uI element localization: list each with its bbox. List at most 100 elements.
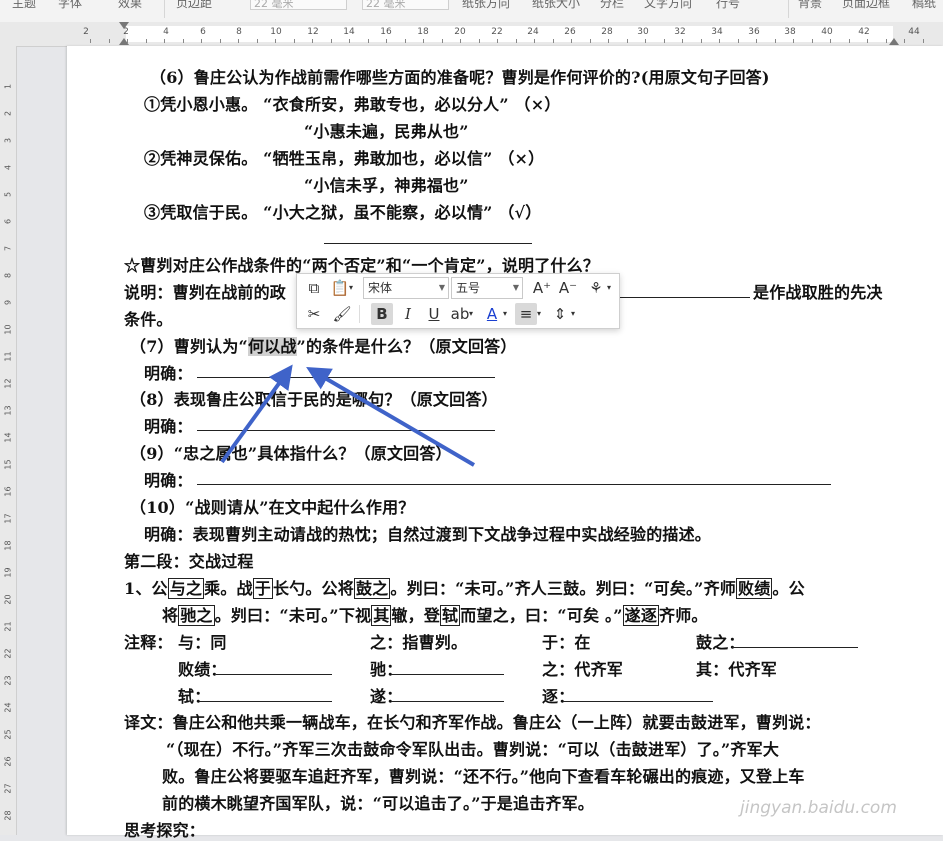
- ruler-number: 1: [3, 83, 13, 90]
- think-heading: 思考探究：: [124, 821, 206, 840]
- ruler-number: 18: [417, 27, 429, 37]
- ruler-number: 12: [3, 378, 13, 389]
- selected-text[interactable]: 何以战: [247, 337, 297, 356]
- chevron-down-icon[interactable]: ▾: [535, 303, 543, 325]
- note-sui: 遂：: [370, 687, 403, 706]
- document-page[interactable]: （6）鲁庄公认为作战前需作哪些方面的准备呢？曹刿是作何评价的?(用原文句子回答)…: [67, 46, 943, 840]
- passage-text: 。刿曰：“未可。”下视: [214, 606, 372, 625]
- chevron-down-icon[interactable]: ▾: [347, 277, 355, 299]
- answer-6-1: ①凭小恩小惠。 “衣食所安，弗敢专也，必以分人” （×）: [144, 95, 561, 114]
- ruler-tick: [515, 39, 517, 43]
- background-button[interactable]: 背景: [798, 0, 822, 10]
- columns-button[interactable]: 分栏: [600, 0, 624, 10]
- answer-7-blank: [197, 377, 495, 378]
- ruler-number: 20: [454, 27, 466, 37]
- ruler-tick: [460, 39, 461, 43]
- translation-line-2: “（现在）不行。”齐军三次击鼓命令军队出击。曹刿说：“可以（击鼓进军）了。”齐军…: [166, 740, 780, 759]
- ruler-tick: [534, 39, 535, 43]
- format-painter-icon[interactable]: 🖌: [331, 303, 353, 325]
- line-spacing-icon[interactable]: ⇕: [549, 303, 571, 325]
- ruler-number: 21: [3, 621, 13, 632]
- text-direction-button[interactable]: 文字方向: [644, 0, 692, 10]
- chevron-down-icon[interactable]: ▾: [605, 277, 613, 299]
- chevron-down-icon[interactable]: ▾: [467, 303, 475, 325]
- orientation-button[interactable]: 纸张方向: [462, 0, 510, 10]
- notes-label: 注释：: [124, 633, 173, 652]
- paper-size-button[interactable]: 纸张大小: [532, 0, 580, 10]
- align-icon[interactable]: ≡: [515, 303, 537, 325]
- ruler-number: 34: [711, 27, 723, 37]
- bold-button[interactable]: B: [371, 303, 393, 325]
- ruler-number: 38: [784, 27, 796, 37]
- ruler-tick: [478, 39, 480, 43]
- ruler-tick: [275, 39, 276, 43]
- passage-text: 乘。战: [204, 579, 253, 598]
- grow-font-icon[interactable]: A⁺: [531, 277, 553, 299]
- chevron-down-icon[interactable]: ▾: [569, 303, 577, 325]
- copy-icon[interactable]: ⧉: [303, 277, 325, 299]
- translation-line-4: 前的横木眺望齐国军队，说：“可以追击了。”于是追击齐军。: [162, 794, 595, 813]
- note-zhi-2: 之：代齐军: [542, 660, 624, 679]
- left-indent-marker[interactable]: [119, 38, 129, 45]
- margin-top-field[interactable]: 22 毫米: [250, 0, 347, 10]
- blank-line: [199, 701, 332, 702]
- question-7: （7）曹刿认为“何以战”的条件是什么？（原文回答）: [130, 333, 517, 357]
- ruler-number: 16: [3, 486, 13, 497]
- ruler-tick: [164, 39, 165, 43]
- ruler-number: 6: [200, 27, 206, 37]
- effect-button[interactable]: 效果: [118, 0, 142, 10]
- separator: [788, 0, 789, 18]
- blank-line: [563, 701, 713, 702]
- italic-button[interactable]: I: [397, 303, 419, 325]
- ruler-number: 9: [3, 299, 13, 306]
- note-yu-2: 于：在: [542, 633, 591, 652]
- cut-icon[interactable]: ✂: [303, 303, 325, 325]
- passage-text: 齐师。: [659, 606, 708, 625]
- blank-line: [732, 647, 858, 648]
- chevron-down-icon[interactable]: ▾: [501, 303, 509, 325]
- manuscript-button[interactable]: 稿纸: [912, 0, 936, 10]
- ruler-tick: [589, 39, 591, 43]
- font-name-select[interactable]: 宋体 ▼: [363, 277, 449, 299]
- vertical-ruler[interactable]: 1 2 3 4 5 6 7 8 9 10 11 12 13 14 15 16 17 18 19 20 21 22 23 24 2…: [0, 46, 17, 835]
- ruler-number: 12: [307, 27, 319, 37]
- margins-button[interactable]: 页边距: [176, 0, 212, 10]
- ruler-tick: [256, 39, 258, 43]
- ruler-number: 19: [3, 567, 13, 578]
- boxed-word: 败绩: [736, 578, 773, 599]
- theme-button[interactable]: 主题: [12, 0, 36, 10]
- font-theme-button[interactable]: 字体: [58, 0, 82, 10]
- ruler-tick: [367, 39, 369, 43]
- text-effects-icon[interactable]: ⚘: [585, 277, 607, 299]
- right-indent-marker[interactable]: [889, 38, 899, 45]
- ruler-tick: [904, 39, 905, 43]
- watermark: jingyan.baidu.com: [740, 798, 897, 818]
- line-numbers-button[interactable]: 行号: [716, 0, 740, 10]
- underline-button[interactable]: U: [423, 303, 445, 325]
- margin-bottom-field[interactable]: 22 毫米: [362, 0, 449, 10]
- ruler-tick: [145, 39, 147, 43]
- passage-text: 将: [162, 606, 179, 625]
- ruler-tick: [737, 39, 739, 43]
- ruler-number: 2: [83, 27, 89, 37]
- ruler-number: 23: [3, 675, 13, 686]
- passage-line-2: 将驰之 。刿曰：“未可。”下视其辙，登轼而望之，曰：“可矣 。” 遂逐 齐师。: [162, 602, 708, 626]
- font-size-select[interactable]: 五号 ▼: [451, 277, 523, 299]
- ruler-tick: [922, 39, 924, 43]
- passage-text: 1、公: [124, 579, 168, 598]
- ruler-tick: [386, 39, 387, 43]
- font-name-value: 宋体: [368, 281, 393, 295]
- horizontal-ruler[interactable]: 2 2 4 6 8 10 12 14 16 18 20 22 24 26 28 30 32 34 36 38 40 42 4…: [0, 22, 943, 47]
- passage-text: 。刿曰：“未可。”齐人三鼓。刿曰：“可矣。”齐师: [390, 579, 736, 598]
- font-color-icon[interactable]: A: [481, 303, 503, 325]
- ruler-tick: [811, 39, 813, 43]
- shrink-font-icon[interactable]: A⁻: [557, 277, 579, 299]
- ruler-tick: [830, 39, 831, 43]
- section-2-title: 第二段：交战过程: [124, 552, 254, 571]
- page-border-button[interactable]: 页面边框: [842, 0, 890, 10]
- translation-line-1: 译文：鲁庄公和他共乘一辆战车，在长勺和齐军作战。鲁庄公（一上阵）就要击鼓进军，曹…: [124, 713, 821, 732]
- ruler-number: 7: [3, 245, 13, 252]
- first-line-indent-marker[interactable]: [119, 22, 129, 29]
- answer-8-blank: [197, 430, 495, 431]
- separator: [359, 305, 360, 323]
